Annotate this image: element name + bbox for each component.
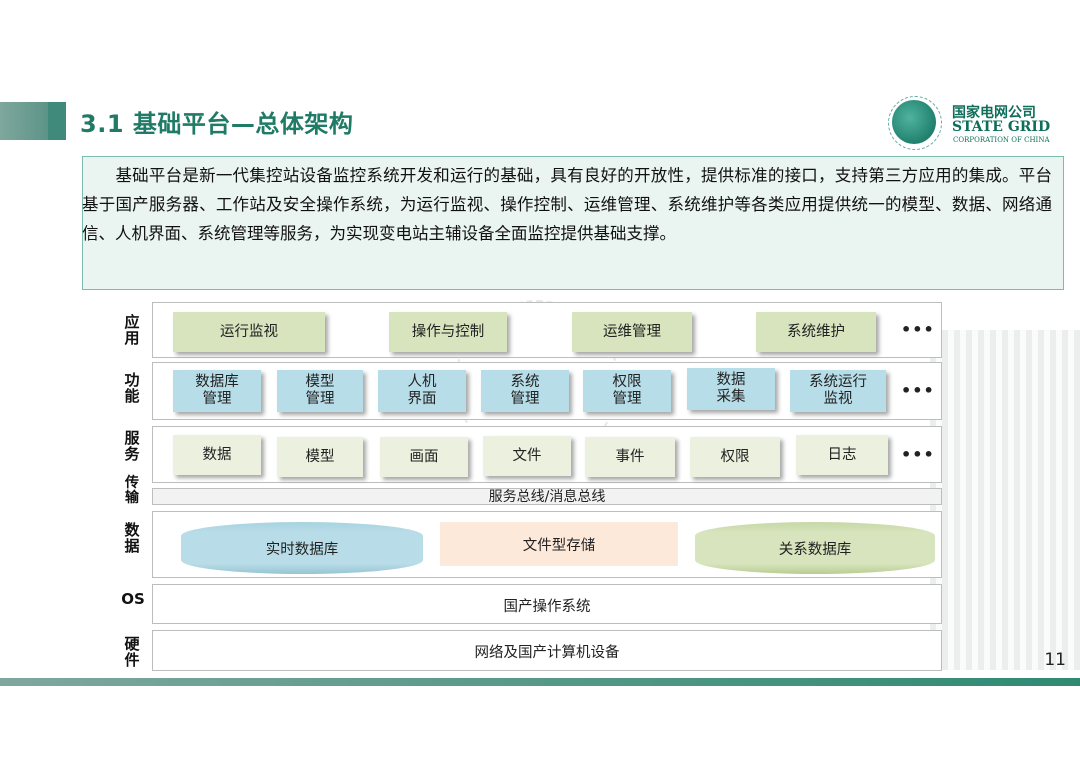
- app-more-dots: •••: [901, 320, 935, 339]
- state-grid-logo-icon: [892, 100, 936, 144]
- func-box-hmi: 人机 界面: [378, 370, 466, 412]
- logo-english-sub: CORPORATION OF CHINA: [953, 136, 1050, 144]
- svc-box-perm: 权限: [690, 437, 780, 477]
- layer-label-data: 数据: [124, 521, 140, 555]
- layer-label-app: 应用: [124, 313, 140, 347]
- layer-row-hw: 网络及国产计算机设备: [152, 630, 942, 671]
- func-box-model: 模型 管理: [277, 370, 363, 412]
- logo-english-name: STATE GRID: [952, 119, 1051, 135]
- layer-row-os: 国产操作系统: [152, 584, 942, 624]
- background-building-image: [930, 330, 1080, 670]
- func-box-perm: 权限 管理: [583, 370, 671, 412]
- layer-row-app: 运行监视 操作与控制 运维管理 系统维护 •••: [152, 302, 942, 358]
- svc-box-log: 日志: [796, 435, 888, 475]
- func-box-runmon: 系统运行 监视: [790, 370, 886, 412]
- layer-row-func: 数据库 管理 模型 管理 人机 界面 系统 管理 权限 管理 数据 采集 系统运…: [152, 362, 942, 420]
- layer-label-func: 功能: [124, 371, 140, 405]
- func-box-sys: 系统 管理: [481, 370, 569, 412]
- app-box-maintain: 系统维护: [756, 312, 876, 352]
- svc-box-screen: 画面: [380, 437, 468, 477]
- svc-box-file: 文件: [483, 436, 571, 476]
- page-number: 11: [1044, 650, 1066, 670]
- func-more-dots: •••: [901, 381, 935, 400]
- svc-box-event: 事件: [585, 437, 675, 477]
- app-box-ops: 运维管理: [572, 312, 692, 352]
- file-storage-box: 文件型存储: [440, 522, 678, 566]
- header-accent-bar-dark: [48, 102, 66, 140]
- func-box-acq: 数据 采集: [687, 368, 775, 410]
- layer-row-data: 实时数据库 文件型存储 关系数据库: [152, 511, 942, 578]
- svc-more-dots: •••: [901, 445, 935, 464]
- page-title: 3.1 基础平台—总体架构: [80, 110, 354, 138]
- layer-label-hw: 硬件: [124, 635, 140, 669]
- layer-label-trans: 传输: [125, 475, 139, 506]
- intro-text: 基础平台是新一代集控站设备监控系统开发和运行的基础，具有良好的开放性，提供标准的…: [82, 166, 1052, 243]
- hw-text: 网络及国产计算机设备: [474, 645, 620, 661]
- intro-box: 基础平台是新一代集控站设备监控系统开发和运行的基础，具有良好的开放性，提供标准的…: [82, 156, 1064, 290]
- footer-bar: [0, 678, 1080, 686]
- app-box-control: 操作与控制: [389, 312, 507, 352]
- func-box-db: 数据库 管理: [173, 370, 261, 412]
- realtime-db-cylinder: 实时数据库: [181, 522, 423, 574]
- app-box-monitor: 运行监视: [173, 312, 325, 352]
- header-accent-bar: [0, 102, 48, 140]
- relational-db-cylinder: 关系数据库: [695, 522, 935, 574]
- layer-row-svc: 数据 模型 画面 文件 事件 权限 日志 •••: [152, 426, 942, 483]
- svc-box-model: 模型: [277, 437, 363, 477]
- os-text: 国产操作系统: [503, 599, 591, 615]
- layer-label-os: OS: [121, 590, 145, 608]
- service-bus: 服务总线/消息总线: [152, 488, 942, 505]
- svc-box-data: 数据: [173, 435, 261, 475]
- layer-label-svc: 服务: [124, 429, 140, 463]
